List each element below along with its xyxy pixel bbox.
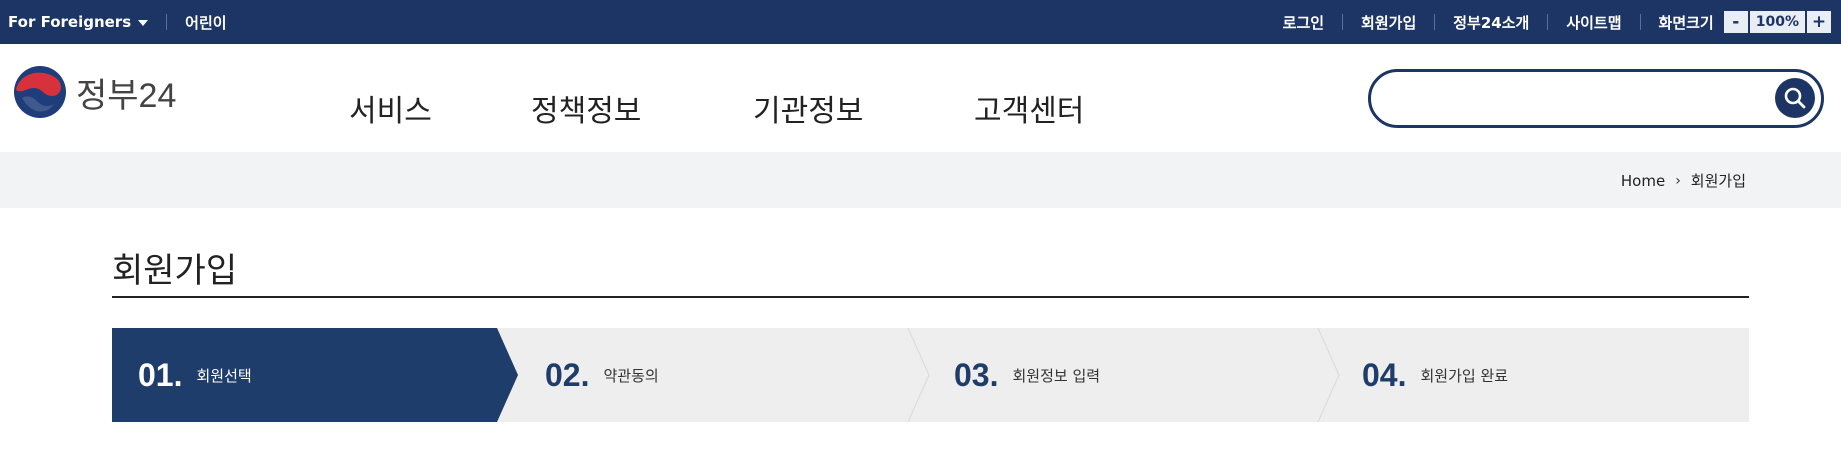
taegeuk-logo-icon [14,66,66,118]
font-size-value: 100% [1749,11,1805,33]
search-icon [1784,87,1806,109]
nav-services[interactable]: 서비스 [349,86,432,130]
divider [1639,14,1641,30]
signup-link[interactable]: 회원가입 [1361,12,1416,33]
font-size-decrease-button[interactable]: - [1723,11,1748,33]
step-1: 01. 회원선택 [138,328,252,422]
step-4: 04. 회원가입 완료 [1362,328,1508,422]
logo-link[interactable]: 정부24 [12,64,176,120]
search-input[interactable] [1395,82,1729,118]
step-label: 회원선택 [196,366,252,385]
nav-policy-info[interactable]: 정책정보 [531,86,641,130]
page-title: 회원가입 [112,251,238,291]
step-number: 02. [545,356,590,393]
divider [1547,14,1549,30]
divider [166,14,168,30]
caret-down-icon [138,19,149,26]
breadcrumb-band: Home › 회원가입 [0,152,1841,208]
for-foreigners-label: For Foreigners [8,13,132,31]
sitemap-link[interactable]: 사이트맵 [1566,12,1621,33]
font-size-label: 화면크기 [1658,13,1714,32]
logo-text: 정부24 [76,76,177,115]
font-size-control: - 100% + [1723,11,1831,33]
nav-agency-info[interactable]: 기관정보 [753,86,863,130]
kids-link[interactable]: 어린이 [185,12,226,33]
about-link[interactable]: 정부24소개 [1453,12,1529,33]
step-number: 01. [138,356,183,393]
for-foreigners-menu[interactable]: For Foreigners [8,13,149,31]
step-2: 02. 약관동의 [545,328,659,422]
search-button[interactable] [1775,78,1815,118]
main-header: 정부24 서비스 정책정보 기관정보 고객센터 [0,44,1841,152]
divider [1434,14,1436,30]
step-number: 04. [1362,356,1407,393]
search-box [1368,69,1824,128]
title-divider [112,296,1749,298]
signup-steps: 01. 회원선택 02. 약관동의 03. 회원정보 입력 04. 회원가입 완… [112,328,1749,422]
step-label: 약관동의 [603,366,659,385]
step-label: 회원가입 완료 [1420,366,1509,385]
login-link[interactable]: 로그인 [1283,12,1324,33]
step-number: 03. [954,356,999,393]
divider [1342,14,1344,30]
nav-customer-center[interactable]: 고객센터 [974,86,1084,130]
breadcrumb-home-link[interactable]: Home [1621,172,1665,190]
font-size-increase-button[interactable]: + [1807,11,1831,33]
breadcrumb-current: 회원가입 [1690,172,1746,190]
breadcrumb: Home › 회원가입 [1621,170,1746,191]
step-label: 회원정보 입력 [1012,366,1101,385]
utility-bar: For Foreigners 어린이 로그인 회원가입 정부24소개 사이트맵 … [0,0,1841,44]
chevron-right-icon: › [1675,172,1681,189]
step-3: 03. 회원정보 입력 [954,328,1100,422]
